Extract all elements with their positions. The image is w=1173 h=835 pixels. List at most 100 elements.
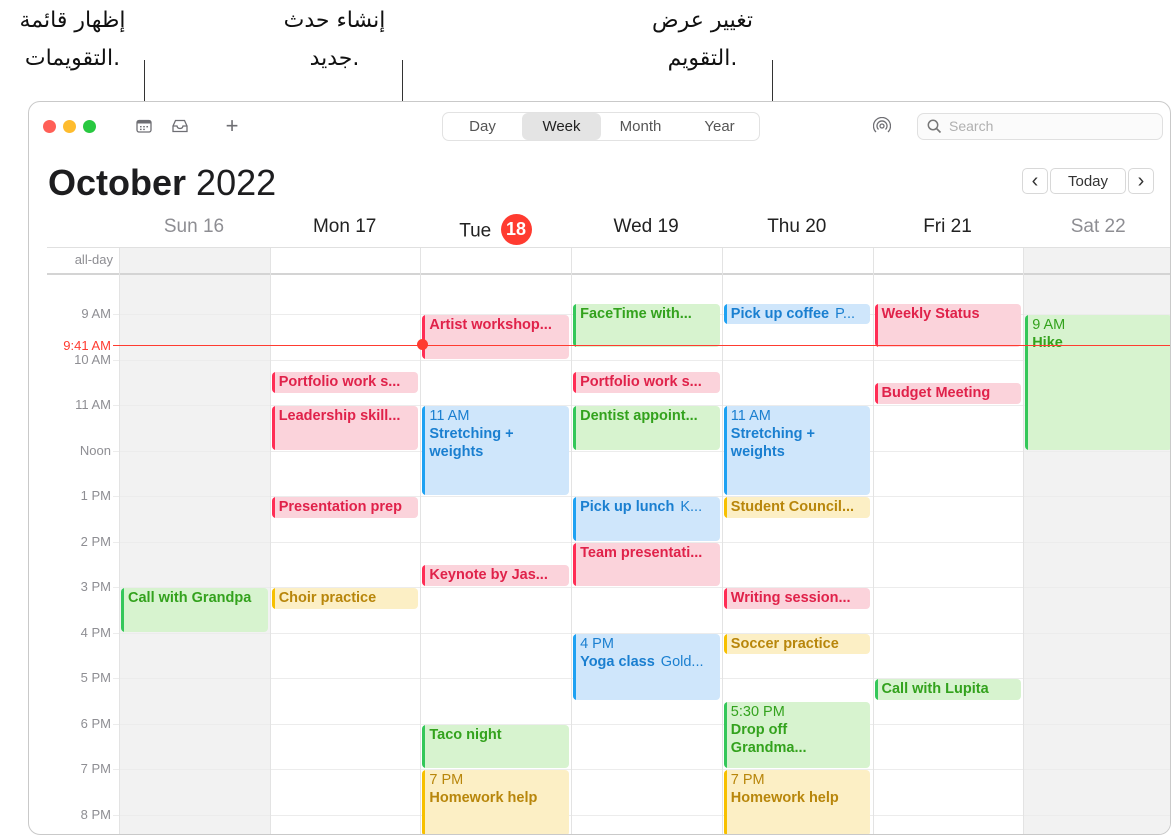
calendar-event[interactable]: Presentation prep [271,497,419,518]
day-header-tue[interactable]: Tue 18 [420,214,570,247]
calendar-event[interactable]: Leadership skill... [271,406,419,450]
header-divider [47,247,1170,248]
view-year-button[interactable]: Year [680,113,759,140]
day-name: Wed [613,216,653,237]
time-label: 7 PM [80,761,111,776]
day-name: Thu [767,216,800,237]
calendar-event[interactable]: 7 PM Homework help [723,770,871,834]
calendar-event[interactable]: Artist workshop... [422,315,570,359]
calendar-event[interactable]: 11 AM Stretching + weights [723,406,871,495]
allday-cell [721,248,873,274]
calendar-event[interactable]: Call with Lupita [874,679,1022,700]
event-title: Weekly Status [881,305,980,322]
calendar-event[interactable]: Keynote by Jas... [422,565,570,586]
day-header-wed[interactable]: Wed 19 [571,216,721,238]
view-month-button[interactable]: Month [601,113,680,140]
event-time: 7 PM [730,772,765,788]
day-name: Fri [923,216,946,237]
event-title: Portfolio work s... [278,373,401,390]
callout-line-2: التقويمات. [24,46,121,71]
event-title: Soccer practice [730,635,839,652]
calendar-event[interactable]: 9 AM Hike [1025,315,1170,450]
event-title: Yoga class [580,653,655,670]
calendar-event[interactable]: 5:30 PM Drop off Grandma... [723,701,871,768]
day-divider [269,248,271,834]
time-label: 10 AM [74,352,111,367]
calendar-event[interactable]: Writing session... [723,588,871,609]
calendar-event[interactable]: FaceTime with... [573,303,720,348]
event-title: Team presentati... [580,544,703,561]
toolbar: + Day Week Month Year Search [29,102,1170,150]
time-label: 9 AM [81,306,111,321]
calendar-event[interactable]: Pick up coffee P... [723,303,871,325]
calendar-event[interactable]: Soccer practice [723,633,871,655]
callout-change-view: تغيير عرض التقويم. [630,2,775,78]
day-header-sun[interactable]: Sun 16 [119,216,269,238]
calendar-event[interactable]: Budget Meeting [874,383,1022,404]
hour-line [113,769,1170,770]
calendar-event[interactable]: Weekly Status [874,303,1022,348]
inbox-icon[interactable] [169,116,191,136]
close-button[interactable] [43,120,56,133]
previous-week-button[interactable]: ‹ [1022,168,1048,194]
callout-show-calendars: إظهار قائمة التقويمات. [0,2,145,78]
callout-line-1: إظهار قائمة [19,8,126,33]
calendar-event[interactable]: Choir practice [271,588,419,609]
view-day-button[interactable]: Day [443,113,522,140]
allday-cell [269,248,421,274]
callout-line-2: التقويم. [667,46,738,71]
day-header-fri[interactable]: Fri 21 [873,216,1023,238]
time-label: 4 PM [80,625,111,640]
hour-line [113,815,1170,816]
calendar-event[interactable]: 7 PM Homework help [422,770,570,834]
weekend-shade [119,248,270,834]
add-event-button[interactable]: + [221,113,243,138]
calendar-event[interactable]: Call with Grandpa [121,588,268,632]
event-time: 11 AM [429,408,470,424]
calendar-event[interactable]: Dentist appoint... [573,406,720,450]
event-title: Homework help [429,790,538,806]
day-divider [872,248,874,834]
day-divider [420,248,422,834]
calendar-event[interactable]: Student Council... [723,497,871,518]
search-icon [927,119,942,134]
calendar-event[interactable]: Portfolio work s... [573,371,720,393]
event-title: Stretching + weights [730,426,815,460]
day-divider [119,248,120,834]
calendar-event[interactable]: 11 AM Stretching + weights [422,406,570,495]
minimize-button[interactable] [63,120,76,133]
event-title: Pick up coffee [730,305,830,322]
calendar-event[interactable]: 4 PM Yoga class Gold... [573,633,720,700]
day-header-mon[interactable]: Mon 17 [270,216,420,238]
time-label: 5 PM [80,670,111,685]
allday-cell [571,248,722,274]
event-title: Presentation prep [278,499,402,515]
calendar-event[interactable]: Portfolio work s... [271,371,419,393]
calendar-event[interactable]: Taco night [422,724,570,768]
time-label: 6 PM [80,716,111,731]
time-label: 1 PM [80,488,111,503]
month-label: October [48,162,187,203]
today-button[interactable]: Today [1050,168,1126,194]
event-title: FaceTime with... [580,305,692,322]
next-week-button[interactable]: › [1128,168,1154,194]
calendar-list-icon[interactable] [133,116,155,136]
zoom-button[interactable] [83,120,96,133]
day-header-sat[interactable]: Sat 22 [1023,216,1170,238]
event-title: Taco night [429,726,502,743]
airdrop-icon[interactable] [871,116,893,136]
current-time-dot [417,339,428,350]
time-label: 8 PM [80,807,111,822]
hour-line [113,360,1170,361]
event-title: Writing session... [730,590,851,606]
calendar-event[interactable]: Team presentati... [573,542,720,586]
callout-line-1: إنشاء حدث [283,8,386,33]
view-week-button[interactable]: Week [522,113,601,140]
event-title: Student Council... [730,499,855,515]
event-title: Pick up lunch [580,499,675,515]
day-header-thu[interactable]: Thu 20 [722,216,872,238]
search-field[interactable]: Search [917,113,1163,140]
calendar-event[interactable]: Pick up lunch K... [573,497,720,541]
current-time-line [113,345,1170,346]
today-date-badge: 18 [500,214,532,245]
